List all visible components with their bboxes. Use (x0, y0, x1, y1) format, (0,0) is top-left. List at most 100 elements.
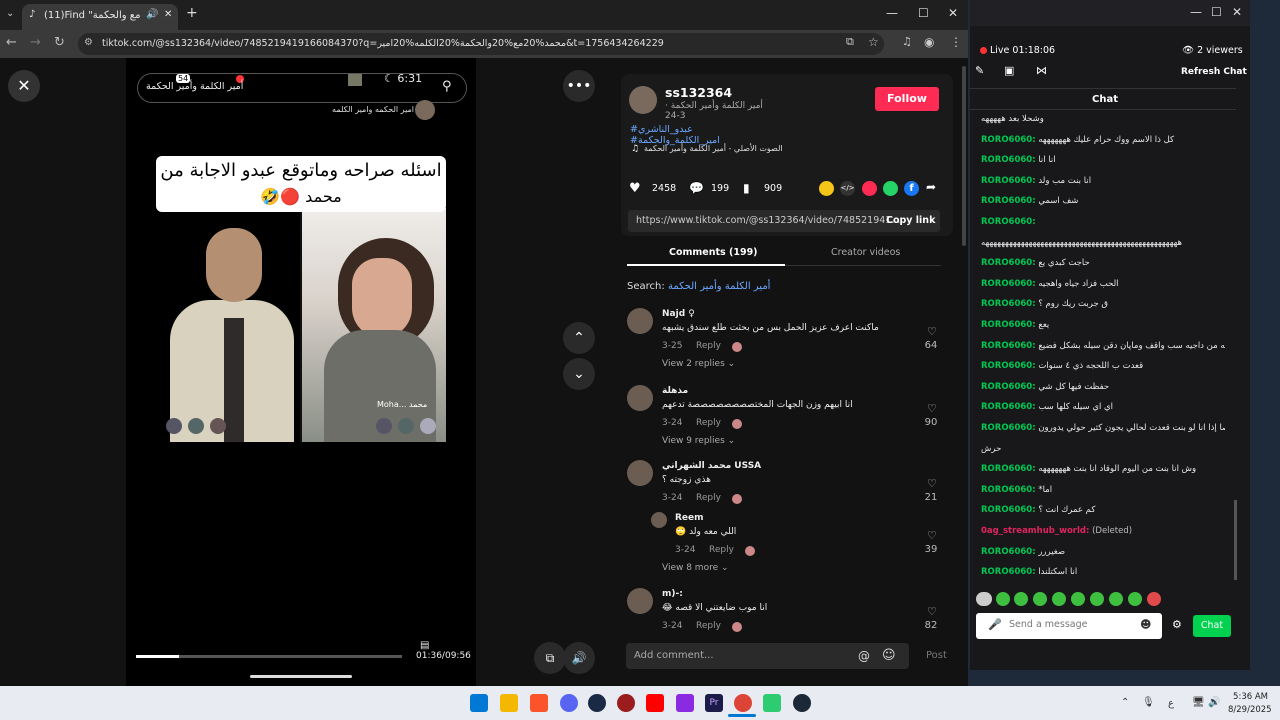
like-icon[interactable]: ♥ (629, 181, 641, 196)
site-info-icon[interactable]: ⚙ (84, 37, 93, 48)
comment-user[interactable]: Reem (675, 513, 704, 523)
post-button[interactable]: Post (926, 650, 947, 661)
extensions-icon[interactable]: ♫ (902, 35, 912, 48)
video-search-icon[interactable]: ⚲ (442, 79, 452, 94)
close-window-icon[interactable]: ✕ (948, 6, 958, 20)
embed-icon[interactable]: </> (840, 181, 855, 196)
facebook-icon[interactable]: f (904, 181, 919, 196)
chat-scrollbar[interactable] (1234, 500, 1237, 580)
bookmark-star-icon[interactable]: ☆ (868, 35, 879, 49)
comment-avatar[interactable] (627, 308, 653, 334)
chat-username[interactable]: RORO6060: (981, 464, 1036, 474)
pip-button[interactable]: ⧉ (534, 642, 566, 674)
tray-language[interactable]: ع (1168, 698, 1174, 709)
chat-username[interactable]: RORO6060: (981, 547, 1036, 557)
chat-username[interactable]: RORO6060: (981, 567, 1036, 577)
chat-username[interactable]: 0ag_streamhub_world: (981, 526, 1089, 536)
comment-like-icon[interactable]: ♡ (927, 402, 937, 415)
chat-username[interactable]: RORO6060: (981, 505, 1036, 515)
reload-icon[interactable]: ↻ (54, 35, 65, 50)
back-icon[interactable]: ← (6, 35, 17, 50)
profile-icon[interactable]: ◉ (924, 35, 934, 49)
chat-username[interactable]: RORO6060: (981, 402, 1036, 412)
brave-icon[interactable] (530, 694, 548, 712)
share-arrow-icon[interactable]: ➦ (926, 180, 936, 194)
app-green-icon[interactable] (763, 694, 781, 712)
chat-username[interactable]: RORO6060: (981, 361, 1036, 371)
tab-comments[interactable]: Comments (199) (669, 247, 758, 258)
edit-icon[interactable]: ✎ (975, 64, 984, 77)
discord-icon[interactable] (560, 694, 578, 712)
close-video-button[interactable]: ✕ (8, 70, 40, 102)
post-hashtags[interactable]: عبدو_الناشري# امير_الكلمة_والحكمة# (630, 124, 772, 146)
browser-tab[interactable]: ♪ (11)Find "محمد مع والحكمة 🔊 ✕ (22, 4, 178, 30)
author-avatar[interactable] (629, 86, 657, 114)
copy-link-button[interactable]: Copy link (886, 210, 935, 232)
tray-chevron-icon[interactable]: ⌃ (1121, 697, 1129, 708)
comment-reply-button[interactable]: Reply (696, 621, 721, 631)
comment-user[interactable]: Najd ♀ (662, 309, 695, 319)
app-purple-icon[interactable] (676, 694, 694, 712)
chat-username[interactable]: RORO6060: (981, 485, 1036, 495)
volume-button[interactable]: 🔊 (563, 642, 595, 674)
video-account-avatar[interactable] (415, 100, 435, 120)
chat-emoji-icon[interactable]: ☻ (1140, 618, 1151, 631)
view-replies-button[interactable]: View 8 more ⌄ (662, 563, 729, 573)
comment-reply-button[interactable]: Reply (696, 493, 721, 503)
comment-search-value[interactable]: أمير الكلمة وأمير الحكمة (668, 281, 770, 292)
chat-maximize-icon[interactable]: ☐ (1211, 5, 1222, 19)
comment-user[interactable]: m)-: (662, 589, 683, 599)
mention-icon[interactable]: @ (858, 649, 870, 663)
steam-icon[interactable] (793, 694, 811, 712)
view-replies-button[interactable]: View 9 replies ⌄ (662, 436, 735, 446)
comment-like-icon[interactable]: ♡ (927, 529, 937, 542)
previous-video-button[interactable]: ⌃ (563, 322, 595, 354)
chat-close-icon[interactable]: ✕ (1232, 5, 1242, 19)
refresh-chat-button[interactable]: Refresh Chat (1181, 67, 1247, 77)
tray-network-icon[interactable]: 🖥 (1192, 697, 1205, 708)
minimize-icon[interactable]: — (886, 6, 898, 20)
forward-icon[interactable]: → (30, 35, 41, 50)
chrome-icon[interactable] (734, 694, 752, 712)
chat-username[interactable]: RORO6060: (981, 382, 1036, 392)
new-tab-icon[interactable]: + (186, 5, 198, 21)
chat-username[interactable]: RORO6060: (981, 299, 1036, 309)
friends-share-icon[interactable] (819, 181, 834, 196)
chat-username[interactable]: RORO6060: (981, 320, 1036, 330)
send-icon[interactable] (862, 181, 877, 196)
tab-close-icon[interactable]: ✕ (164, 9, 172, 20)
chat-username[interactable]: RORO6060: (981, 196, 1036, 206)
install-icon[interactable]: ⧉ (846, 35, 854, 49)
chat-username[interactable]: RORO6060: (981, 341, 1036, 351)
chat-username[interactable]: RORO6060: (981, 176, 1036, 186)
bookmark-icon[interactable]: ▮ (743, 181, 750, 195)
menu-dots-icon[interactable]: ⋮ (950, 35, 962, 49)
file-explorer-icon[interactable] (500, 694, 518, 712)
chat-username[interactable]: RORO6060: (981, 258, 1036, 268)
author-username[interactable]: ss132364 (665, 85, 732, 100)
comment-icon[interactable]: 💬 (689, 181, 704, 195)
maximize-icon[interactable]: ☐ (918, 6, 929, 20)
comment-like-icon[interactable]: ♡ (927, 325, 937, 338)
follow-button[interactable]: Follow (875, 87, 939, 111)
page-scrollbar[interactable] (962, 66, 966, 246)
chat-username[interactable]: RORO6060: (981, 423, 1036, 433)
clock-date[interactable]: 8/29/2025 (1228, 705, 1272, 715)
tab-creator-videos[interactable]: Creator videos (831, 247, 900, 258)
comment-user[interactable]: مذهلة (662, 386, 688, 396)
chat-settings-icon[interactable]: ⚙ (1172, 618, 1182, 631)
tab-search-icon[interactable]: ⌄ (6, 8, 14, 19)
comment-user[interactable]: محمد الشهراني USSA (662, 461, 761, 471)
next-video-button[interactable]: ⌄ (563, 358, 595, 390)
url-field[interactable]: tiktok.com/@ss132364/video/7485219419166… (78, 33, 884, 55)
youtube-icon[interactable] (646, 694, 664, 712)
app-red-icon[interactable] (617, 694, 635, 712)
clock-time[interactable]: 5:36 AM (1228, 692, 1268, 702)
video-progress-bar[interactable] (136, 655, 402, 658)
start-icon[interactable] (470, 694, 488, 712)
share-icon[interactable]: ⋈ (1036, 64, 1047, 77)
chat-username[interactable]: RORO6060: (981, 217, 1036, 227)
comment-like-icon[interactable]: ♡ (927, 605, 937, 618)
comment-avatar[interactable] (627, 385, 653, 411)
app-c-icon[interactable] (588, 694, 606, 712)
